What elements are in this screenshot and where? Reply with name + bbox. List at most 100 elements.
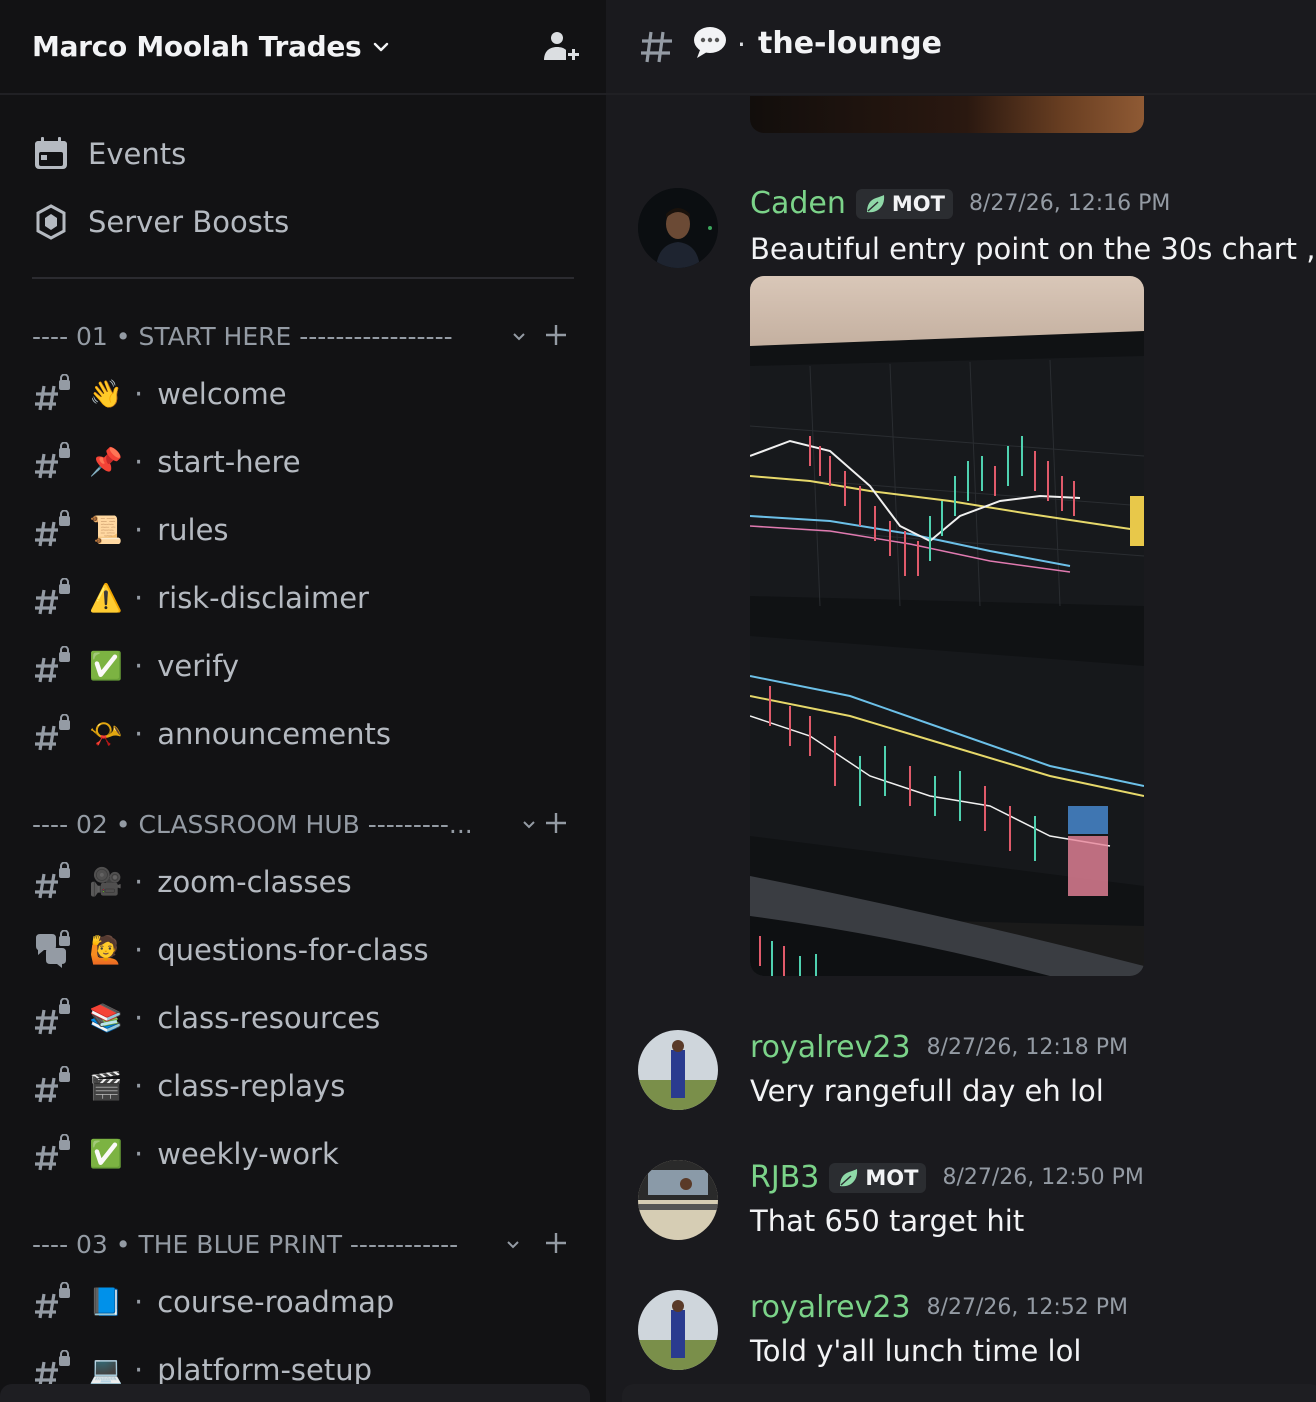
server-header[interactable]: Marco Moolah Trades [0,0,606,95]
channel-item-weekly-work[interactable]: ✅ · weekly-work [32,1126,592,1182]
channel-item-start-here[interactable]: 📌 · start-here [32,434,592,490]
server-boosts-item[interactable]: Server Boosts [32,198,289,246]
server-tag-label: MOT [865,1165,919,1190]
channel-separator: · [134,1285,144,1319]
channel-name: start-here [157,445,301,479]
locked-hash-icon [35,1066,70,1103]
timestamp: 8/27/26, 12:50 PM [942,1165,1144,1190]
message-content: Beautiful entry point on the 30s chart ,… [750,232,1316,266]
message-header: Caden MOT 8/27/26, 12:16 PM [750,186,1170,221]
channel-emoji: 🙋 [89,935,123,966]
channel-separator: · [134,581,144,615]
locked-hash-icon [35,862,70,899]
username[interactable]: Caden [750,186,846,221]
category-start-here[interactable]: ---- 01 • START HERE ----------------- [32,316,502,356]
channel-name: weekly-work [157,1137,339,1171]
previous-image-attachment[interactable] [750,96,1144,133]
channel-emoji: 📯 [89,719,123,750]
channel-emoji: 🎬 [89,1071,123,1102]
speech-bubble-icon [694,27,726,58]
calendar-icon [32,135,70,173]
channel-name: risk-disclaimer [157,581,369,615]
channel-separator: · [134,377,144,411]
server-boosts-label: Server Boosts [88,205,290,239]
channel-item-rules[interactable]: 📜 · rules [32,502,592,558]
channel-item-zoom-classes[interactable]: 🎥 · zoom-classes [32,854,592,910]
channel-item-welcome[interactable]: 👋 · welcome [32,366,592,422]
chart-photo-attachment[interactable] [750,276,1144,976]
message-content: Very rangefull day eh lol [750,1074,1104,1108]
channel-emoji: 👋 [89,379,123,410]
locked-hash-icon [35,510,70,547]
channel-separator: · [134,445,144,479]
chevron-down-icon[interactable] [371,37,391,57]
avatar[interactable] [638,1160,718,1240]
channel-separator: · [134,1001,144,1035]
sidebar-divider [32,277,574,279]
channel-item-questions-for-class[interactable]: 🙋 · questions-for-class [32,922,592,978]
channel-separator: · [134,513,144,547]
channel-item-announcements[interactable]: 📯 · announcements [32,706,592,762]
chat-area: · the-lounge Caden MOT 8/27/26, 12:16 PM… [606,0,1316,1402]
channel-name: welcome [157,377,287,411]
leaf-icon [866,194,884,212]
trading-chart-photo [750,276,1144,976]
username[interactable]: royalrev23 [750,1030,911,1065]
message-header: royalrev23 8/27/26, 12:52 PM [750,1290,1128,1325]
channel-emoji: 📚 [89,1003,123,1034]
channel-emoji: ✅ [89,651,123,682]
channel-separator: · [134,933,144,967]
user-panel [0,1384,590,1402]
message-header: RJB3 MOT 8/27/26, 12:50 PM [750,1160,1144,1195]
channel-separator: · [134,717,144,751]
timestamp: 8/27/26, 12:52 PM [926,1295,1128,1320]
channel-separator: · [134,1353,144,1387]
channel-separator: · [737,28,746,61]
channel-emoji: 📌 [89,447,123,478]
avatar[interactable] [638,188,718,268]
channel-name: zoom-classes [157,865,352,899]
server-tag[interactable]: MOT [829,1162,927,1193]
username[interactable]: RJB3 [750,1160,819,1195]
channel-name: platform-setup [157,1353,373,1387]
avatar[interactable] [638,1030,718,1110]
channel-name: class-resources [157,1001,381,1035]
events-item[interactable]: Events [32,130,186,178]
channel-header: · the-lounge [606,0,1316,95]
channel-name: verify [157,649,240,683]
add-channel-icon[interactable] [543,1230,569,1256]
message-header: royalrev23 8/27/26, 12:18 PM [750,1030,1128,1065]
hash-icon [641,31,672,63]
channel-name: course-roadmap [157,1285,395,1319]
server-tag[interactable]: MOT [855,188,953,219]
channel-separator: · [134,865,144,899]
message-composer[interactable] [622,1384,1316,1402]
channel-item-course-roadmap[interactable]: 📘 · course-roadmap [32,1274,592,1330]
channel-name: rules [157,513,229,547]
channel-title: the-lounge [758,26,942,61]
channel-item-verify[interactable]: ✅ · verify [32,638,592,694]
channel-item-class-replays[interactable]: 🎬 · class-replays [32,1058,592,1114]
chevron-down-icon[interactable] [504,1236,522,1254]
server-tag-label: MOT [891,191,945,216]
category-the-blue-print[interactable]: ---- 03 • THE BLUE PRINT ------------ [32,1224,494,1264]
channel-item-risk-disclaimer[interactable]: ⚠️ · risk-disclaimer [32,570,592,626]
chevron-down-icon[interactable] [510,328,528,346]
add-channel-icon[interactable] [543,810,569,836]
add-member-icon[interactable] [538,26,582,70]
category-classroom-hub[interactable]: ---- 02 • CLASSROOM HUB ---------... [32,804,512,844]
locked-hash-icon [35,998,70,1035]
server-name[interactable]: Marco Moolah Trades [32,30,362,63]
channel-name: class-replays [157,1069,346,1103]
avatar[interactable] [638,1290,718,1370]
add-channel-icon[interactable] [543,322,569,348]
locked-hash-icon [35,646,70,683]
discord-app: Marco Moolah Trades Events Server Boosts [0,0,1316,1402]
channel-item-class-resources[interactable]: 📚 · class-resources [32,990,592,1046]
channel-name: announcements [157,717,391,751]
locked-hash-icon [35,1282,70,1319]
locked-hash-icon [35,1134,70,1171]
chevron-down-icon[interactable] [520,816,538,834]
leaf-icon [840,1168,858,1186]
username[interactable]: royalrev23 [750,1290,911,1325]
